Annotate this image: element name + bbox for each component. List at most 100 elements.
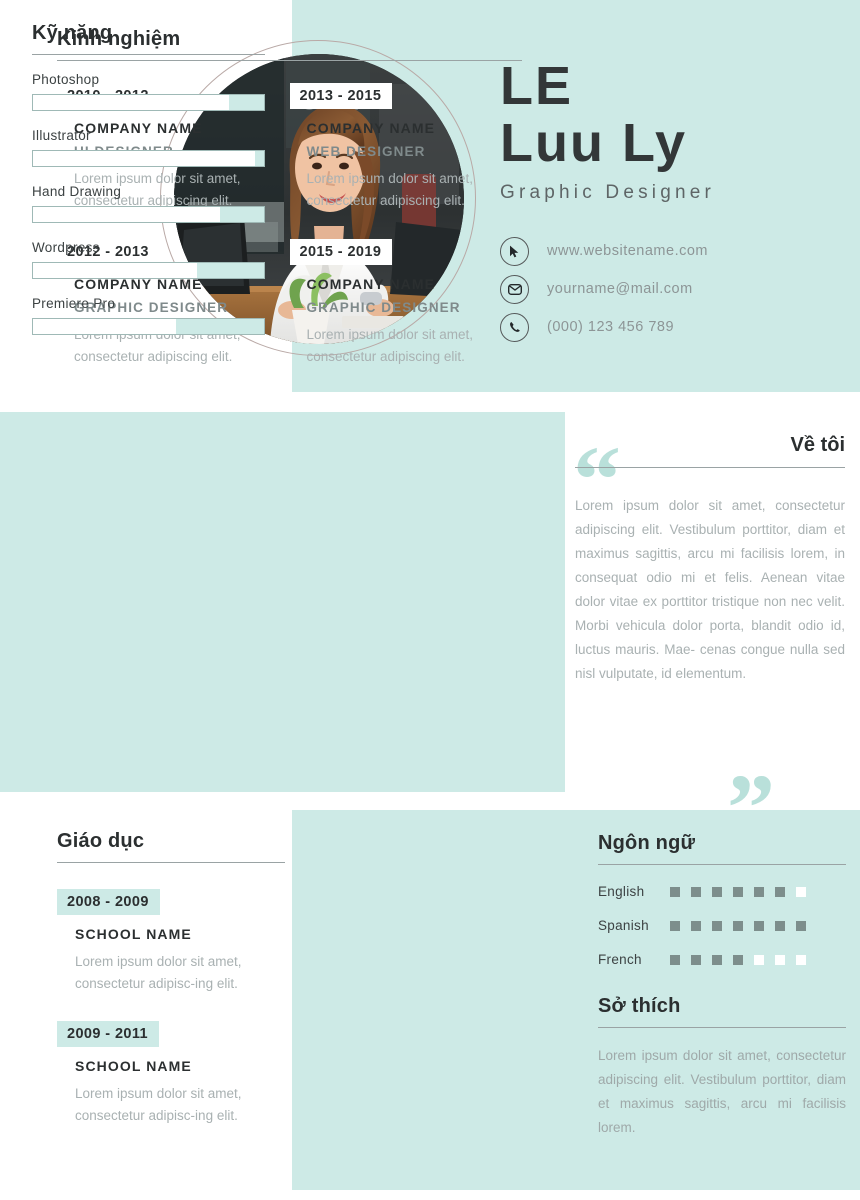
- education-item: 2008 - 2009 SCHOOL NAME Lorem ipsum dolo…: [57, 889, 285, 995]
- first-name: LE: [500, 56, 574, 116]
- skill-progress-track: [32, 94, 265, 111]
- role-name: WEB DESIGNER: [306, 144, 426, 159]
- experience-panel: [0, 412, 565, 792]
- languages-section: Ngôn ngữ English Spanish French: [598, 832, 846, 967]
- email-text: yourname@mail.com: [547, 281, 693, 297]
- skill-label: Illustrator: [32, 128, 91, 143]
- about-rule: [575, 467, 845, 468]
- contact-phone[interactable]: (000) 123 456 789: [500, 308, 708, 346]
- rating-dot-filled: [670, 886, 680, 897]
- school-name: SCHOOL NAME: [75, 1057, 192, 1074]
- company-name: COMPANY NAME: [306, 275, 436, 292]
- role-name: GRAPHIC DESIGNER: [306, 299, 461, 315]
- rating-dot-empty: [775, 954, 785, 965]
- rating-dot-filled: [670, 920, 680, 931]
- skill-progress-fill: [33, 207, 221, 222]
- experience-item: 2015 - 2019 COMPANY NAME GRAPHIC DESIGNE…: [289, 238, 523, 368]
- contact-list: www.websitename.com yourname@mail.com (0…: [500, 232, 708, 346]
- interests-rule: [598, 1027, 846, 1028]
- education-description: Lorem ipsum dolor sit amet, consectetur …: [75, 1085, 242, 1123]
- education-heading: Giáo dục: [57, 830, 145, 852]
- rating-dot-filled: [691, 920, 701, 931]
- skill-item: Hand Drawing: [32, 184, 265, 223]
- education-section: Giáo dục 2008 - 2009 SCHOOL NAME Lorem i…: [57, 830, 285, 1126]
- skill-item: Wordpress: [32, 240, 265, 279]
- experience-item: 2013 - 2015 COMPANY NAME WEB DESIGNER Lo…: [289, 83, 523, 212]
- languages-heading: Ngôn ngữ: [598, 832, 696, 854]
- education-item: 2009 - 2011 SCHOOL NAME Lorem ipsum dolo…: [57, 1020, 285, 1127]
- rating-dot-filled: [754, 886, 764, 897]
- skill-item: Premiere Pro: [32, 296, 265, 335]
- contact-website[interactable]: www.websitename.com: [500, 232, 708, 270]
- experience-body: COMPANY NAME WEB DESIGNER Lorem ipsum do…: [290, 120, 523, 212]
- rating-dot-empty: [796, 954, 806, 965]
- language-row: English: [598, 884, 846, 899]
- language-name: French: [598, 952, 642, 967]
- website-text: www.websitename.com: [547, 243, 708, 259]
- skill-label: Premiere Pro: [32, 296, 116, 311]
- skill-progress-track: [32, 150, 265, 167]
- last-name: Luu Ly: [500, 113, 687, 174]
- rating-dot-filled: [733, 954, 743, 965]
- education-description: Lorem ipsum dolor sit amet, consectetur …: [75, 954, 242, 991]
- rating-dot-filled: [733, 886, 743, 897]
- skill-progress-track: [32, 262, 265, 279]
- skill-label: Wordpress: [32, 240, 100, 255]
- company-name: COMPANY NAME: [306, 120, 436, 136]
- language-rating: [670, 886, 806, 897]
- education-rule: [57, 862, 285, 863]
- contact-email[interactable]: yourname@mail.com: [500, 270, 708, 308]
- rating-dot-empty: [754, 954, 764, 965]
- interests-text: Lorem ipsum dolor sit amet, consectetur …: [598, 1048, 846, 1136]
- education-dates: 2009 - 2011: [57, 1020, 159, 1047]
- rating-dot-filled: [754, 920, 764, 931]
- rating-dot-filled: [775, 920, 785, 931]
- experience-dates: 2013 - 2015: [289, 83, 393, 109]
- skill-progress-fill: [33, 95, 230, 110]
- rating-dot-filled: [691, 886, 701, 897]
- skill-label: Hand Drawing: [32, 184, 122, 199]
- skills-section: Kỹ năng Photoshop Illustrator Hand Drawi…: [32, 22, 265, 335]
- language-rating: [670, 954, 806, 965]
- language-row: Spanish: [598, 918, 846, 933]
- language-row: French: [598, 952, 846, 967]
- experience-description: Lorem ipsum dolor sit amet, consectetur …: [306, 326, 474, 364]
- experience-description: Lorem ipsum dolor sit amet, consectetur …: [306, 171, 474, 208]
- experience-body: COMPANY NAME GRAPHIC DESIGNER Lorem ipsu…: [290, 276, 523, 368]
- interests-section: Sở thích Lorem ipsum dolor sit amet, con…: [598, 995, 846, 1140]
- rating-dot-filled: [733, 920, 743, 931]
- rating-dot-empty: [796, 886, 806, 897]
- language-name: English: [598, 884, 645, 899]
- skill-progress-fill: [33, 319, 177, 334]
- rating-dot-filled: [712, 920, 722, 931]
- about-header: “ Về tôi: [573, 424, 845, 528]
- languages-rule: [598, 864, 846, 865]
- phone-text: (000) 123 456 789: [547, 319, 675, 335]
- about-section: “ Về tôi Lorem ipsum dolor sit amet, con…: [573, 424, 845, 856]
- about-text: Lorem ipsum dolor sit amet, consectetur …: [575, 498, 845, 682]
- skill-progress-fill: [33, 263, 197, 278]
- education-body: SCHOOL NAME Lorem ipsum dolor sit amet, …: [57, 926, 285, 995]
- rating-dot-filled: [712, 886, 722, 897]
- experience-dates: 2015 - 2019: [289, 238, 393, 265]
- skill-progress-fill: [33, 151, 255, 166]
- rating-dot-filled: [796, 920, 806, 931]
- rating-dot-filled: [691, 954, 701, 965]
- skill-item: Photoshop: [32, 72, 265, 111]
- skill-item: Illustrator: [32, 128, 265, 167]
- skill-label: Photoshop: [32, 72, 100, 87]
- school-name: SCHOOL NAME: [75, 926, 192, 942]
- rating-dot-filled: [670, 954, 680, 965]
- language-name: Spanish: [598, 918, 649, 933]
- interests-heading: Sở thích: [598, 995, 681, 1017]
- education-dates: 2008 - 2009: [57, 889, 160, 915]
- job-title: Graphic Designer: [500, 182, 716, 204]
- education-body: SCHOOL NAME Lorem ipsum dolor sit amet, …: [57, 1058, 285, 1127]
- skill-progress-track: [32, 206, 265, 223]
- name-block: LE Luu Ly Graphic Designer: [500, 56, 850, 204]
- skills-rule: [32, 54, 265, 55]
- resume-page: CAFE: [0, 0, 860, 1200]
- skills-heading: Kỹ năng: [32, 22, 113, 44]
- rating-dot-filled: [712, 954, 722, 965]
- skill-progress-track: [32, 318, 265, 335]
